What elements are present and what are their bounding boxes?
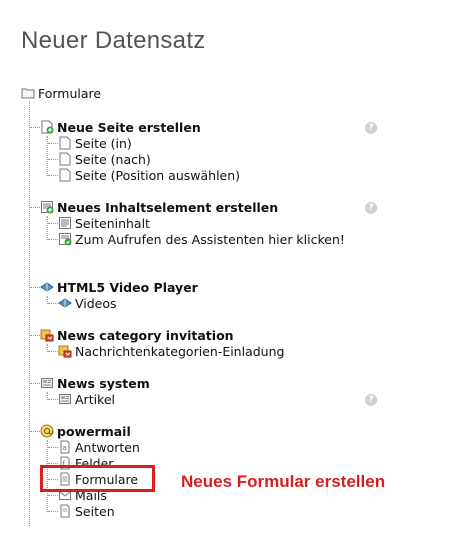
annotation-label: Neues Formular erstellen [181,472,386,491]
video-icon [40,280,54,294]
group-video-player[interactable]: HTML5 Video Player [40,279,198,295]
group-powermail[interactable]: powermail [40,423,131,439]
item-content[interactable]: Seiteninhalt [58,215,150,231]
item-page-position[interactable]: Seite (Position auswählen) [58,167,240,183]
page-icon [58,136,72,150]
tree-root-label: Formulare [38,85,102,101]
group-news-category[interactable]: News category invitation [40,327,234,343]
item-label: Nachrichtenkategorien-Einladung [75,343,285,359]
page-title: Neuer Datensatz [21,27,206,54]
page-icon [58,152,72,166]
video-icon [58,296,72,310]
wizard-icon [58,232,72,246]
help-icon[interactable]: ? [365,394,377,406]
highlight-box [40,465,155,492]
page-add-icon [40,120,54,134]
item-answers[interactable]: a Antworten [58,439,140,455]
new-record-panel: Neuer Datensatz Formulare Neue Seite ers… [0,0,458,533]
help-icon[interactable]: ? [365,122,377,134]
item-label: Antworten [75,439,140,455]
content-icon [58,216,72,230]
group-label: Neue Seite erstellen [57,119,201,135]
item-label: Zum Aufrufen des Assistenten hier klicke… [75,231,345,247]
group-label: HTML5 Video Player [57,279,198,295]
content-add-icon [40,200,54,214]
folder-icon [21,86,35,100]
item-label: Seiteninhalt [75,215,150,231]
item-label: Seite (in) [75,135,132,151]
group-label: powermail [57,423,131,439]
item-page-after[interactable]: Seite (nach) [58,151,151,167]
item-label: Seiten [75,503,115,519]
news-icon [40,376,54,390]
tree-root-formulare[interactable]: Formulare [21,85,101,101]
item-news-category-invitation[interactable]: Nachrichtenkategorien-Einladung [58,343,284,359]
page-icon [58,168,72,182]
group-new-content[interactable]: Neues Inhaltselement erstellen [40,199,278,215]
item-videos[interactable]: Videos [58,295,117,311]
news-icon [58,392,72,406]
help-icon[interactable]: ? [365,202,377,214]
item-pages[interactable]: Seiten [58,503,115,519]
answer-icon: a [58,440,72,454]
news-category-icon [40,328,54,342]
news-category-icon [58,344,72,358]
svg-text:a: a [62,444,66,452]
group-news-system[interactable]: News system [40,375,150,391]
group-label: Neues Inhaltselement erstellen [57,199,279,215]
item-label: Videos [75,295,117,311]
item-wizard[interactable]: Zum Aufrufen des Assistenten hier klicke… [58,231,345,247]
item-label: Seite (Position auswählen) [75,167,241,183]
item-label: Seite (nach) [75,151,151,167]
group-label: News system [57,375,150,391]
pages-icon [58,504,72,518]
group-new-page[interactable]: Neue Seite erstellen [40,119,201,135]
item-label: Artikel [75,391,116,407]
item-articles[interactable]: Artikel [58,391,115,407]
group-label: News category invitation [57,327,234,343]
item-page-in[interactable]: Seite (in) [58,135,132,151]
powermail-icon [40,424,54,438]
